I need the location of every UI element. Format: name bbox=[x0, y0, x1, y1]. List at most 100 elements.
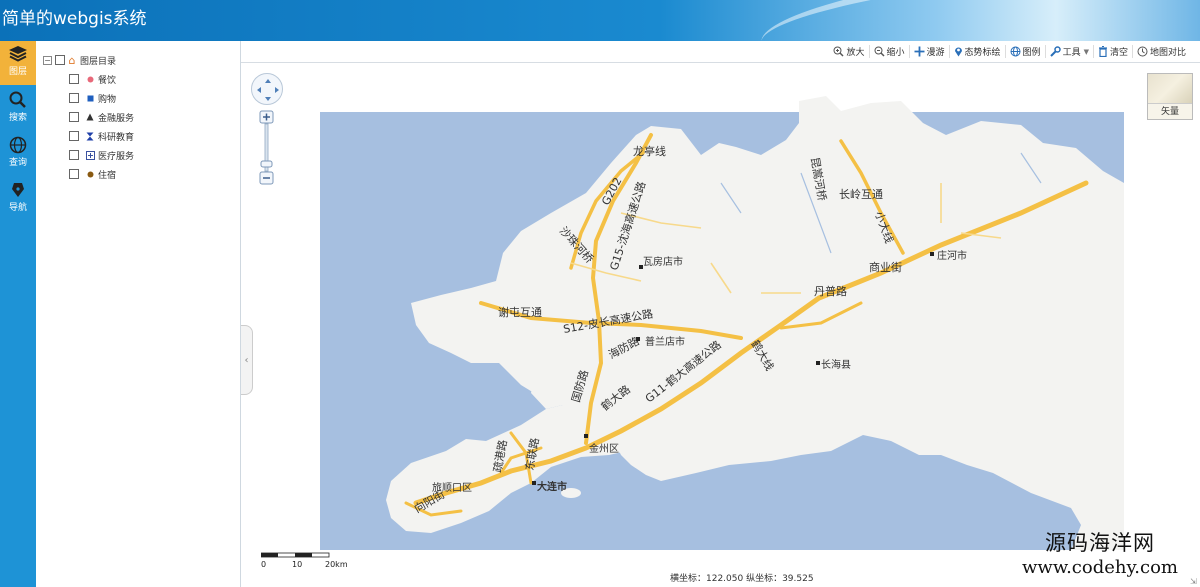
watermark: 源码海洋网 www.codehy.com bbox=[1000, 530, 1200, 587]
tools-dropdown[interactable]: 工具 ▼ bbox=[1046, 45, 1094, 58]
layer-root-checkbox[interactable] bbox=[55, 55, 65, 65]
legend-label: 图例 bbox=[1022, 48, 1041, 58]
nav-navigation-label: 导航 bbox=[8, 203, 27, 213]
city-marker bbox=[816, 361, 820, 365]
chevron-down-icon: ▼ bbox=[1083, 47, 1089, 56]
layer-item[interactable]: 医疗服务 bbox=[69, 147, 134, 163]
nav-query[interactable]: 查询 bbox=[0, 132, 36, 176]
zoom-slider[interactable] bbox=[259, 109, 275, 191]
layer-panel: − ⌂ 图层目录 餐饮 购物 金融服务 科研教育 医疗服务 住宿 bbox=[36, 41, 241, 587]
chevron-left-icon: ‹ bbox=[244, 354, 249, 366]
map-view[interactable]: 龙亭线 G202 G15-沈海高速公路 沙珠河桥 瓦房店市 谢屯互通 S12-皮… bbox=[241, 63, 1200, 587]
place-label: 长海县 bbox=[821, 358, 851, 371]
header-decoration bbox=[756, 0, 1200, 41]
layer-item[interactable]: 餐饮 bbox=[69, 71, 116, 87]
place-label: 庄河市 bbox=[937, 249, 967, 262]
nav-layers-label: 图层 bbox=[8, 67, 27, 77]
layer-checkbox[interactable] bbox=[69, 93, 79, 103]
legend-button[interactable]: 图例 bbox=[1006, 45, 1046, 58]
road-label: 谢屯互通 bbox=[498, 305, 542, 319]
layer-item[interactable]: 科研教育 bbox=[69, 128, 134, 144]
zoom-out-button[interactable]: 缩小 bbox=[870, 45, 910, 58]
scale-tick: 0 bbox=[261, 560, 267, 569]
nav-query-label: 查询 bbox=[8, 158, 27, 168]
resize-grip-icon[interactable]: ⇲ bbox=[1190, 577, 1199, 586]
layer-label: 购物 bbox=[98, 94, 117, 105]
basemap-thumbnail bbox=[1148, 74, 1192, 104]
city-marker bbox=[532, 481, 536, 485]
layer-label: 科研教育 bbox=[98, 132, 135, 143]
compare-label: 地图对比 bbox=[1149, 48, 1186, 58]
zoom-thumb bbox=[260, 160, 273, 168]
nav-navigation[interactable]: 导航 bbox=[0, 177, 36, 221]
clear-button[interactable]: 清空 bbox=[1094, 45, 1133, 58]
island bbox=[747, 395, 775, 407]
road-label: 商业街 bbox=[869, 260, 902, 274]
home-folder-icon: ⌂ bbox=[68, 53, 76, 67]
marker-icon bbox=[954, 47, 962, 57]
coordinate-readout: 横坐标：122.050 纵坐标：39.525 bbox=[670, 574, 814, 584]
pan-control[interactable] bbox=[251, 73, 283, 105]
scale-graphic bbox=[260, 552, 330, 558]
city-marker bbox=[636, 337, 640, 341]
left-nav: 图层 搜索 查询 导航 bbox=[0, 41, 36, 587]
island bbox=[920, 291, 948, 307]
clear-label: 清空 bbox=[1109, 48, 1128, 58]
compare-icon bbox=[1137, 46, 1148, 57]
layer-checkbox[interactable] bbox=[69, 150, 79, 160]
place-label: 金州区 bbox=[589, 442, 619, 455]
collapse-toggle[interactable]: − bbox=[43, 55, 52, 65]
layer-tree-root[interactable]: − ⌂ 图层目录 bbox=[43, 52, 116, 68]
city-marker bbox=[639, 265, 643, 269]
shopping-icon bbox=[85, 93, 95, 103]
pan-button[interactable]: 漫游 bbox=[910, 45, 950, 58]
nav-layers[interactable]: 图层 bbox=[0, 41, 36, 85]
zoom-out-icon bbox=[874, 46, 885, 57]
compass-icon bbox=[257, 79, 279, 101]
layer-item[interactable]: 购物 bbox=[69, 90, 116, 106]
island bbox=[745, 376, 761, 384]
pan-icon bbox=[914, 46, 925, 57]
tools-label: 工具 bbox=[1062, 48, 1081, 58]
restaurant-icon bbox=[85, 74, 95, 84]
zoom-in-button[interactable]: 放大 bbox=[829, 45, 870, 58]
layer-label: 住宿 bbox=[98, 170, 117, 181]
map-canvas[interactable]: 龙亭线 G202 G15-沈海高速公路 沙珠河桥 瓦房店市 谢屯互通 S12-皮… bbox=[241, 63, 1200, 587]
city-label: 大连市 bbox=[537, 480, 567, 493]
place-label: 瓦房店市 bbox=[643, 255, 683, 268]
legend-icon bbox=[1010, 46, 1021, 57]
scale-tick: 20km bbox=[325, 560, 348, 569]
basemap-switch-label: 矢量 bbox=[1160, 107, 1179, 117]
trash-icon bbox=[1098, 46, 1107, 57]
panel-collapse-handle[interactable]: ‹ bbox=[241, 325, 253, 395]
zoom-in-label: 放大 bbox=[846, 48, 865, 58]
city-marker bbox=[930, 252, 934, 256]
layer-label: 金融服务 bbox=[98, 113, 135, 124]
pen-icon bbox=[12, 183, 24, 197]
road-label: 丹普路 bbox=[814, 284, 847, 298]
pan-label: 漫游 bbox=[926, 48, 945, 58]
education-icon bbox=[85, 131, 95, 141]
watermark-line2: www.codehy.com bbox=[1022, 557, 1178, 578]
layer-item[interactable]: 住宿 bbox=[69, 166, 116, 182]
layer-checkbox[interactable] bbox=[69, 131, 79, 141]
watermark-line1: 源码海洋网 bbox=[1045, 531, 1155, 555]
nav-search[interactable]: 搜索 bbox=[0, 87, 36, 131]
app-header: 简单的webgis系统 bbox=[0, 0, 1200, 41]
plot-label: 态势标绘 bbox=[964, 48, 1001, 58]
city-marker bbox=[584, 434, 588, 438]
road-label: 龙亭线 bbox=[633, 144, 666, 158]
layer-checkbox[interactable] bbox=[69, 169, 79, 179]
basemap-switch-button[interactable]: 矢量 bbox=[1147, 73, 1193, 120]
layers-icon bbox=[9, 46, 27, 62]
layer-checkbox[interactable] bbox=[69, 74, 79, 84]
lodging-icon bbox=[85, 169, 95, 179]
layer-item[interactable]: 金融服务 bbox=[69, 109, 134, 125]
layer-checkbox[interactable] bbox=[69, 112, 79, 122]
scale-bar: 0 10 20km bbox=[260, 551, 351, 570]
place-label: 普兰店市 bbox=[645, 335, 685, 348]
zoom-out-label: 缩小 bbox=[886, 48, 905, 58]
compare-button[interactable]: 地图对比 bbox=[1133, 45, 1190, 58]
plot-button[interactable]: 态势标绘 bbox=[950, 45, 1006, 58]
search-icon bbox=[9, 91, 26, 108]
